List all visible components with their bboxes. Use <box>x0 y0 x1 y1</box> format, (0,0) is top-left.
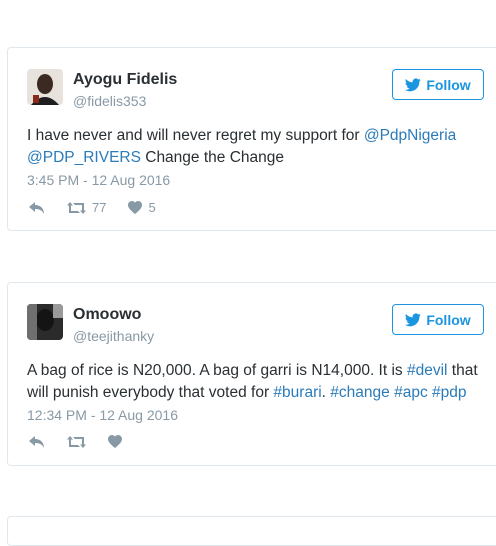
heart-icon <box>108 435 122 448</box>
author-handle[interactable]: @teejithanky <box>73 328 154 344</box>
hashtag-link[interactable]: #pdp <box>432 384 466 401</box>
follow-button[interactable]: Follow <box>392 69 484 100</box>
action-bar <box>29 435 144 448</box>
follow-label: Follow <box>426 311 471 328</box>
retweet-button[interactable]: 77 <box>67 200 106 215</box>
heart-icon <box>128 201 143 214</box>
timestamp[interactable]: 3:45 PM - 12 Aug 2016 <box>27 172 170 188</box>
timestamp[interactable]: 12:34 PM - 12 Aug 2016 <box>27 407 178 423</box>
reply-icon <box>29 435 44 448</box>
author-name[interactable]: Ayogu Fidelis <box>73 71 177 89</box>
tweet-text: A bag of rice is N20,000. A bag of garri… <box>27 360 489 404</box>
action-bar: 77 5 <box>29 200 178 215</box>
tweet-card: Omoowo @teejithanky Follow A bag of rice… <box>7 282 496 466</box>
author-name[interactable]: Omoowo <box>73 306 141 324</box>
hashtag-link[interactable]: #burari <box>273 384 321 401</box>
author-handle[interactable]: @fidelis353 <box>73 93 146 109</box>
tweet-text-segment: A bag of rice is N20,000. A bag of garri… <box>27 362 407 379</box>
tweet-text: I have never and will never regret my su… <box>27 125 489 169</box>
twitter-bird-icon <box>405 313 422 326</box>
retweet-count: 77 <box>92 200 107 215</box>
follow-button[interactable]: Follow <box>392 304 484 335</box>
mention-link[interactable]: @PDP_RIVERS <box>27 149 141 166</box>
avatar[interactable] <box>27 304 63 340</box>
reply-button[interactable] <box>29 435 45 448</box>
tweet-text-segment: Change the Change <box>140 149 284 166</box>
retweet-icon <box>67 435 86 448</box>
tweet-text-segment: I have never and will never regret my su… <box>27 127 364 144</box>
mention-link[interactable]: @PdpNigeria <box>364 127 456 144</box>
tweet-card: Ayogu Fidelis @fidelis353 Follow I have … <box>7 47 496 231</box>
twitter-bird-icon <box>405 78 422 91</box>
hashtag-link[interactable]: #devil <box>407 362 448 379</box>
follow-label: Follow <box>426 76 471 93</box>
hashtag-link[interactable]: #change <box>330 384 389 401</box>
like-count: 5 <box>148 200 156 215</box>
tweet-card <box>7 516 496 546</box>
tweet-text-segment: . <box>321 384 331 401</box>
hashtag-link[interactable]: #apc <box>394 384 428 401</box>
retweet-icon <box>67 201 86 214</box>
like-button[interactable]: 5 <box>128 200 156 215</box>
avatar[interactable] <box>27 69 63 105</box>
reply-icon <box>29 201 44 214</box>
reply-button[interactable] <box>29 201 45 214</box>
retweet-button[interactable] <box>67 435 86 448</box>
like-button[interactable] <box>108 435 122 448</box>
